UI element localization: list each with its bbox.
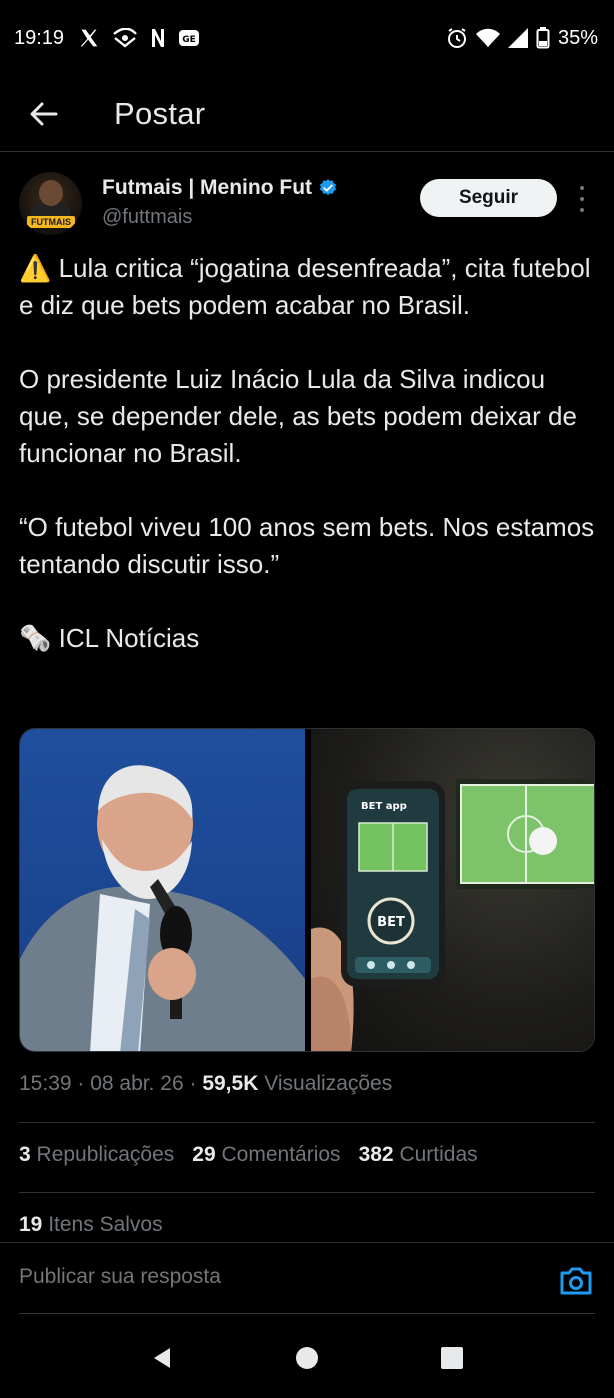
signal-icon: [507, 28, 528, 48]
status-right-icons: 35%: [446, 27, 598, 50]
phone-bet-button-label: BET: [377, 915, 405, 930]
more-dot-icon: [580, 186, 584, 190]
divider: [19, 1192, 595, 1193]
nav-back-button[interactable]: [132, 1328, 192, 1388]
svg-text:GE: GE: [182, 35, 196, 45]
comments-stat[interactable]: 29 Comentários: [192, 1143, 340, 1167]
nav-recents-icon: [440, 1347, 463, 1369]
page-title: Postar: [114, 95, 206, 131]
tweet-date: 08 abr. 26: [90, 1072, 184, 1095]
status-time: 19:19: [14, 26, 65, 49]
back-button[interactable]: [14, 84, 74, 144]
reposts-label: Republicações: [36, 1143, 175, 1166]
nav-home-button[interactable]: [277, 1328, 337, 1388]
reposts-stat[interactable]: 3 Republicações: [19, 1143, 174, 1167]
tweet-author-row: FUTMAIS Futmais | Menino Fut @futtmais S…: [0, 166, 614, 242]
comments-count: 29: [192, 1143, 216, 1166]
x-icon: [78, 28, 100, 48]
media-image-lula[interactable]: [20, 729, 305, 1051]
tweet-meta: 15:39 · 08 abr. 26 · 59,5K Visualizações: [19, 1072, 392, 1096]
nav-home-icon: [295, 1347, 318, 1369]
battery-icon: [536, 27, 550, 49]
camera-icon: [560, 1267, 592, 1295]
wifi-icon: [475, 28, 500, 48]
verified-badge-icon: [319, 179, 337, 196]
saved-stat[interactable]: 19 Itens Salvos: [19, 1213, 163, 1237]
bet-phone-illustration: BET app BET: [311, 779, 594, 1051]
phone-app-label: BET app: [361, 801, 407, 812]
saved-count: 19: [19, 1213, 43, 1236]
back-arrow-icon: [30, 102, 58, 125]
tweet-paragraph: O presidente Luiz Inácio Lula da Silva i…: [19, 364, 577, 468]
nav-back-icon: [154, 1348, 171, 1368]
tweet-source: 🗞️ ICL Notícias: [19, 623, 200, 653]
tweet-paragraph: “O futebol viveu 100 anos sem bets. Nos …: [19, 512, 595, 579]
reply-bar: [0, 1242, 614, 1314]
comments-label: Comentários: [221, 1143, 341, 1166]
likes-count: 382: [358, 1143, 394, 1166]
meta-separator: ·: [189, 1072, 203, 1095]
tweet-paragraph: ⚠️ Lula critica “jogatina desenfreada”, …: [19, 253, 591, 320]
alarm-icon: [446, 27, 468, 49]
media-image-bet-phone[interactable]: BET app BET: [311, 729, 594, 1051]
top-app-bar: Postar: [0, 76, 614, 152]
follow-button[interactable]: Seguir: [420, 179, 557, 217]
reply-input[interactable]: [19, 1265, 499, 1289]
status-left-icons: GE: [78, 27, 200, 49]
battery-percent: 35%: [557, 26, 598, 49]
saved-label: Itens Salvos: [48, 1213, 163, 1236]
system-nav-bar: [0, 1318, 614, 1398]
tweet-media[interactable]: BET app BET: [19, 728, 595, 1052]
more-dot-icon: [580, 208, 584, 212]
status-bar: 19:19 GE 35%: [0, 0, 614, 76]
reply-underline: [19, 1313, 595, 1314]
reposts-count: 3: [19, 1143, 31, 1166]
likes-stat[interactable]: 382 Curtidas: [359, 1143, 478, 1167]
views-label[interactable]: Visualizações: [264, 1072, 392, 1095]
notification-icon: [112, 28, 138, 48]
avatar-face: [39, 180, 63, 206]
lula-photo-illustration: [20, 765, 305, 1051]
nav-recents-button[interactable]: [422, 1328, 482, 1388]
author-handle[interactable]: @futtmais: [102, 206, 192, 229]
n-icon: [150, 27, 166, 49]
author-name[interactable]: Futmais | Menino Fut: [102, 176, 312, 200]
likes-label: Curtidas: [399, 1143, 478, 1166]
camera-button[interactable]: [558, 1265, 594, 1297]
avatar[interactable]: FUTMAIS: [19, 172, 82, 235]
tweet-stats: 3 Republicações 29 Comentários 382 Curti…: [19, 1143, 478, 1167]
author-name-row[interactable]: Futmais | Menino Fut: [102, 176, 338, 200]
views-count: 59,5K: [202, 1072, 259, 1095]
ge-icon: GE: [178, 28, 200, 48]
tweet-text: ⚠️ Lula critica “jogatina desenfreada”, …: [19, 250, 599, 657]
avatar-logo: FUTMAIS: [27, 216, 75, 228]
more-options-button[interactable]: [572, 186, 592, 212]
divider: [19, 1122, 595, 1123]
more-dot-icon: [580, 197, 584, 201]
tweet-time: 15:39: [19, 1072, 72, 1095]
meta-separator: ·: [77, 1072, 91, 1095]
